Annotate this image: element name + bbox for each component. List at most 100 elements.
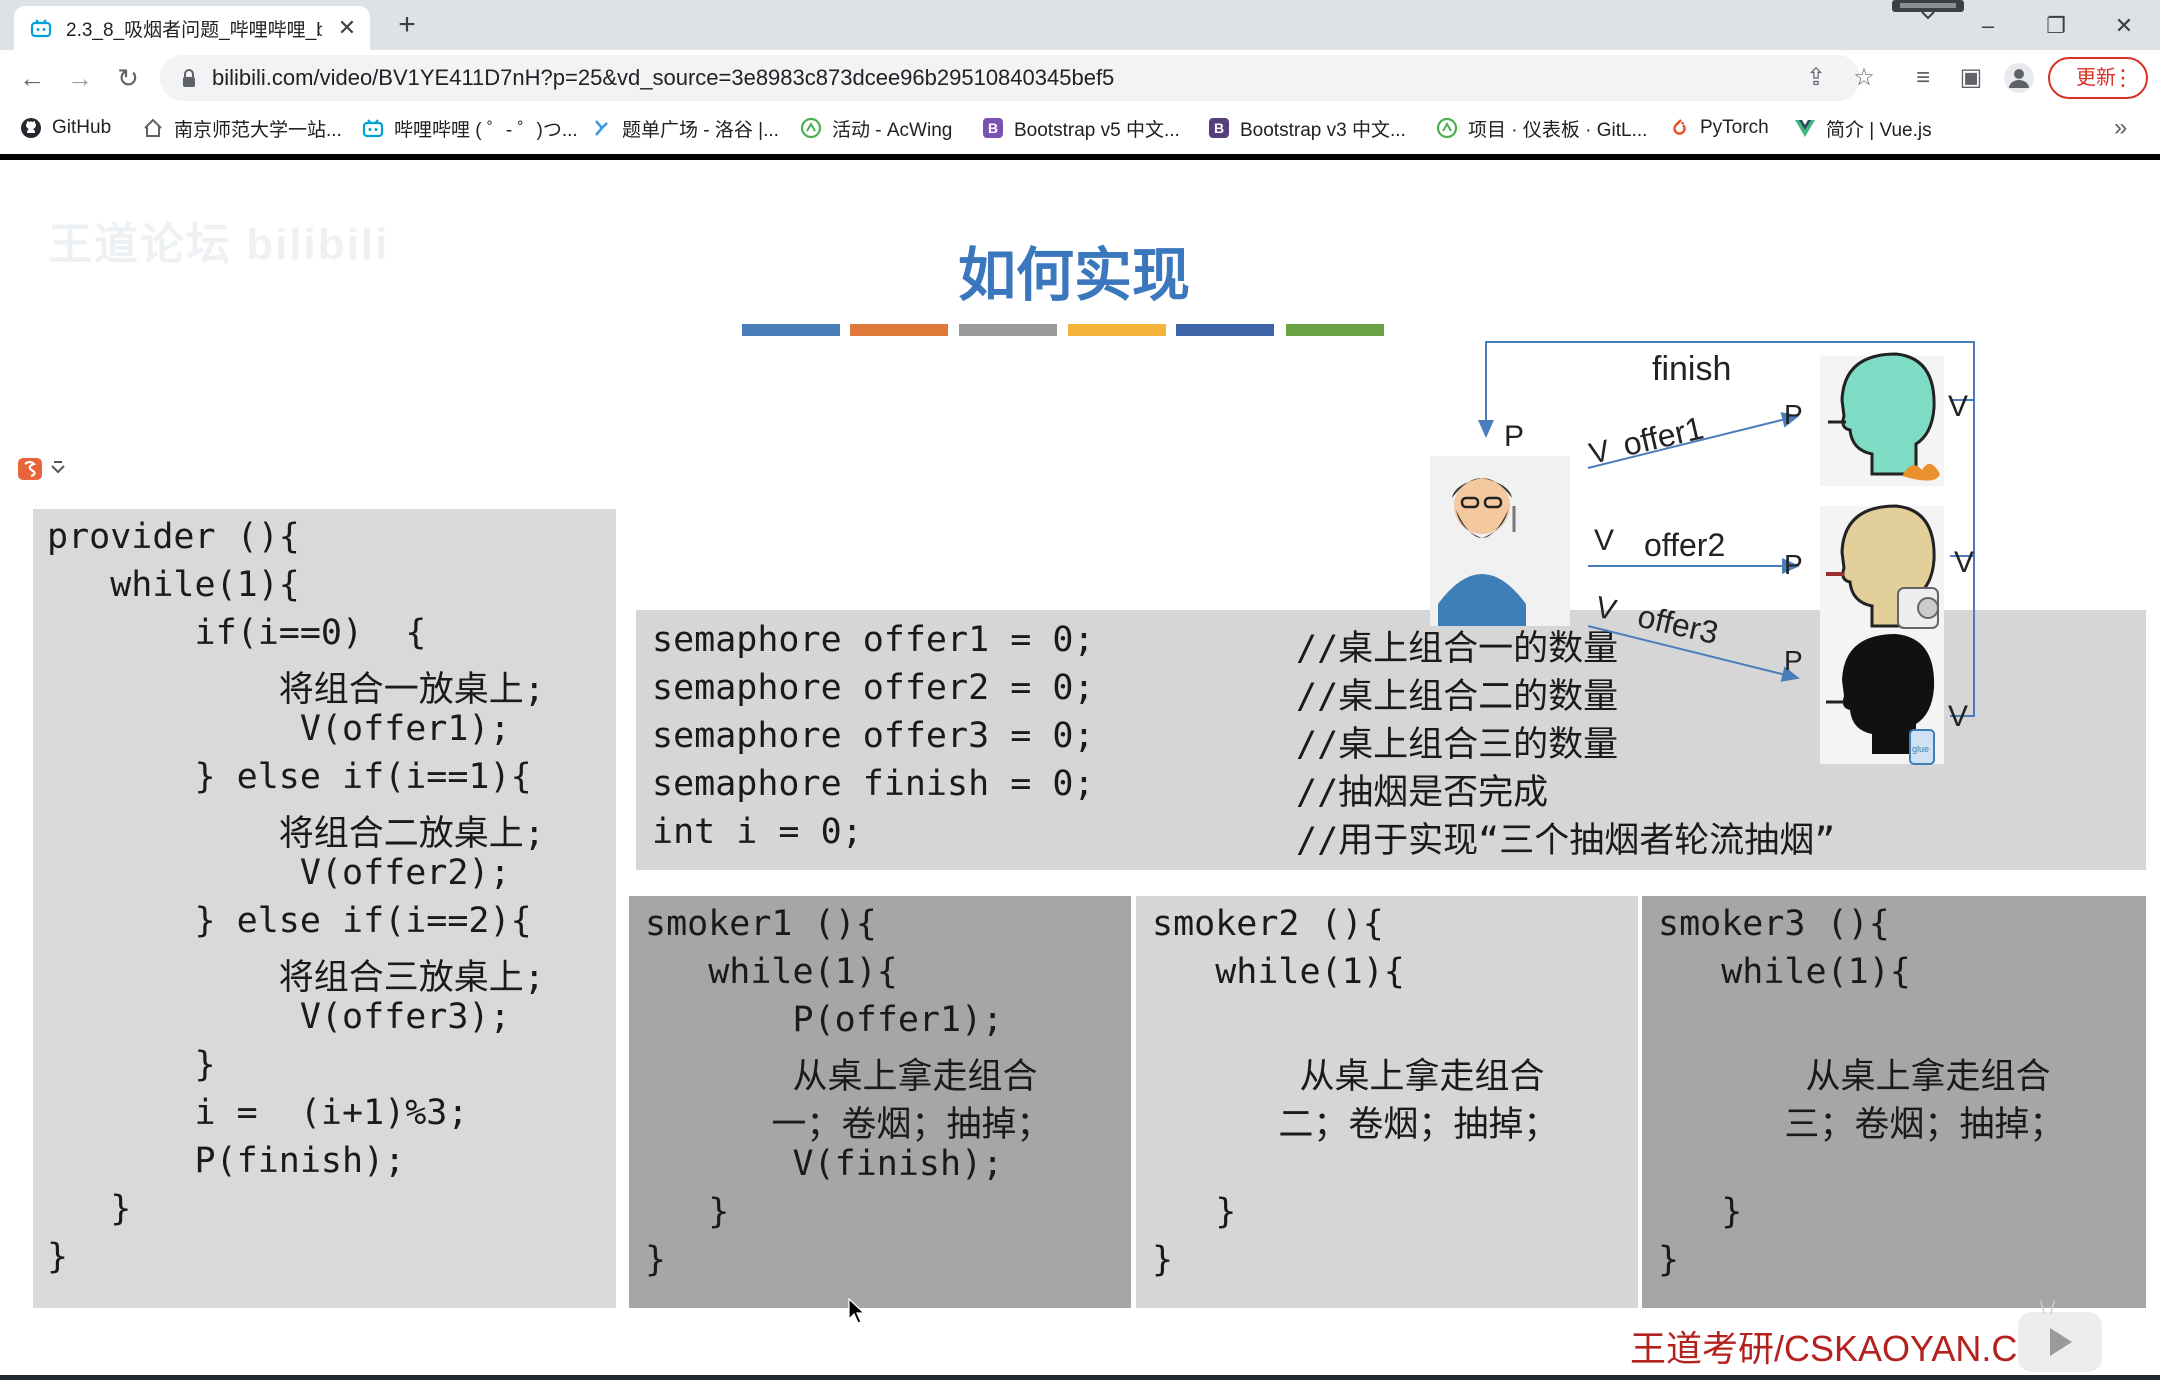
code-line: i = (i+1)%3; [47, 1093, 469, 1133]
semaphore-comment: //抽烟是否完成 [1296, 773, 1549, 813]
color-strip-bar [1068, 324, 1166, 336]
gitlab-icon [1436, 117, 1458, 139]
smoker1-code-block: smoker1 (){ while(1){ P(offer1); 从桌上拿走组合… [629, 896, 1131, 1308]
luogu-icon [590, 117, 612, 139]
bookmarks-bar: GitHub 南京师范大学一站... 哔哩哔哩 ( ゜- ゜)つ... 题单广场… [0, 106, 2160, 151]
code-line: V(offer3); [47, 997, 511, 1037]
bookmark-luogu[interactable]: 题单广场 - 洛谷 |... [590, 106, 779, 150]
code-line: while(1){ [1658, 952, 1911, 992]
tab-close-icon[interactable]: ✕ [336, 15, 358, 41]
color-strip-bar [850, 324, 948, 336]
bootstrap-icon: B [1208, 117, 1230, 139]
code-line: provider (){ [47, 517, 300, 557]
provider-avatar-icon [1430, 456, 1570, 626]
bookmark-label: 题单广场 - 洛谷 |... [622, 119, 779, 141]
video-progress-track[interactable] [0, 1375, 2160, 1380]
video-player[interactable]: 王道论坛 bilibili 如何实现 provider (){ while(1)… [0, 150, 2160, 1380]
tab-title: 2.3_8_吸烟者问题_哔哩哔哩_bili [66, 19, 322, 41]
code-line: V(finish); [645, 1144, 1004, 1184]
bookmark-label: 项目 · 仪表板 · GitL... [1468, 119, 1648, 141]
play-button[interactable]: \ / [2018, 1298, 2102, 1372]
code-line: } else if(i==2){ [47, 901, 532, 941]
code-line: 将组合二放桌上; [47, 814, 545, 854]
code-line: P(offer1); [645, 1000, 1004, 1040]
close-window-icon[interactable]: ✕ [2094, 6, 2154, 46]
bookmark-star-icon[interactable]: ☆ [1848, 62, 1880, 94]
new-tab-button[interactable]: + [390, 8, 424, 42]
bookmark-acwing[interactable]: 活动 - AcWing [800, 106, 952, 150]
bookmark-bootstrap5[interactable]: B Bootstrap v5 中文... [982, 106, 1180, 150]
restore-icon[interactable]: ❐ [2026, 6, 2086, 46]
p-label: P [1504, 420, 1524, 453]
profile-avatar-icon[interactable] [2002, 61, 2036, 95]
bookmark-gitlab[interactable]: 项目 · 仪表板 · GitL... [1436, 106, 1647, 150]
code-line: if(i==0) { [47, 613, 427, 653]
bookmark-njnu[interactable]: 南京师范大学一站... [142, 106, 342, 150]
bookmark-label: 哔哩哔哩 ( ゜- ゜)つ... [394, 119, 578, 141]
code-line: } else if(i==1){ [47, 757, 532, 797]
code-line: smoker3 (){ [1658, 904, 1890, 944]
semaphore-line: semaphore offer3 = 0; [652, 716, 1095, 756]
code-line: } [645, 1192, 730, 1232]
slide-title: 如何实现 [958, 243, 1191, 308]
color-strip-bar [1176, 324, 1274, 336]
v-lines [1950, 399, 1974, 557]
bookmark-label: 南京师范大学一站... [174, 119, 342, 141]
semaphore-comment: //用于实现“三个抽烟者轮流抽烟” [1296, 821, 1836, 861]
url-text[interactable]: bilibili.com/video/BV1YE411D7nH?p=25&vd_… [212, 55, 1114, 101]
back-icon[interactable]: ← [12, 58, 52, 98]
code-line: } [1658, 1192, 1743, 1232]
code-line: 从桌上拿走组合 [1152, 1057, 1545, 1097]
forward-icon[interactable]: → [60, 58, 100, 98]
smokers-diagram: finish P V offer1 V offer2 V offer3 P P … [1430, 341, 1975, 765]
code-line: } [1658, 1240, 1680, 1280]
offer1-label: offer1 [1619, 409, 1706, 462]
tab-strip: 2.3_8_吸烟者问题_哔哩哔哩_bili ✕ + – ❐ ✕ [0, 0, 2160, 50]
bookmark-label: Bootstrap v5 中文... [1014, 119, 1180, 141]
v-label: V [1948, 700, 1968, 733]
bookmarks-overflow-icon[interactable]: » [2114, 106, 2127, 150]
play-icon [2050, 1328, 2072, 1356]
watermark: 王道论坛 bilibili [48, 220, 390, 269]
svg-text:B: B [1214, 120, 1224, 136]
smoker3-head-icon: glue [1820, 634, 1944, 765]
code-line: 从桌上拿走组合 [1658, 1057, 2051, 1097]
offer2-label: offer2 [1644, 527, 1725, 563]
code-line: 一；卷烟；抽掉； [645, 1105, 1052, 1145]
bookmark-vue[interactable]: 简介 | Vue.js [1794, 106, 1932, 150]
p-label: P [1784, 549, 1803, 580]
address-bar[interactable]: bilibili.com/video/BV1YE411D7nH?p=25&vd_… [160, 55, 1875, 101]
svg-text:B: B [988, 120, 998, 136]
active-tab[interactable]: 2.3_8_吸烟者问题_哔哩哔哩_bili ✕ [14, 6, 370, 50]
smoker1-head-icon [1820, 352, 1944, 486]
reload-icon[interactable]: ↻ [108, 58, 148, 98]
code-line: smoker2 (){ [1152, 904, 1384, 944]
update-button[interactable]: 更新 ⋮ [2048, 57, 2148, 99]
v-label: V [1948, 390, 1968, 423]
bookmark-github[interactable]: GitHub [20, 106, 111, 150]
ppt-toolbar-icon[interactable] [16, 454, 72, 484]
bookmark-label: PyTorch [1700, 117, 1769, 138]
bookmark-pytorch[interactable]: PyTorch [1668, 106, 1769, 150]
provider-code-block: provider (){ while(1){ if(i==0) { 将组合一放桌… [33, 509, 616, 1308]
reading-list-icon[interactable]: ≡ [1906, 61, 1940, 95]
lock-icon[interactable] [182, 68, 196, 88]
profile-dropdown-indicator[interactable] [1892, 0, 1964, 20]
color-strip-bar [742, 324, 840, 336]
github-icon [20, 117, 42, 139]
code-line: while(1){ [645, 952, 898, 992]
bookmark-bilibili[interactable]: 哔哩哔哩 ( ゜- ゜)つ... [362, 106, 578, 150]
v-label: V [1592, 591, 1619, 628]
bookmark-label: Bootstrap v3 中文... [1240, 119, 1406, 141]
color-strip-bar [959, 324, 1057, 336]
v-label: V [1954, 546, 1974, 579]
share-icon[interactable]: ⇪ [1800, 62, 1832, 94]
code-line: while(1){ [1152, 952, 1405, 992]
semaphore-line: semaphore offer1 = 0; [652, 620, 1095, 660]
bookmark-bootstrap3[interactable]: B Bootstrap v3 中文... [1208, 106, 1406, 150]
bookmark-label: 简介 | Vue.js [1826, 119, 1932, 141]
p-label: P [1784, 399, 1803, 430]
minimize-icon[interactable]: – [1958, 6, 2018, 46]
semaphore-line: int i = 0; [652, 812, 863, 852]
side-panel-icon[interactable]: ▣ [1954, 61, 1988, 95]
